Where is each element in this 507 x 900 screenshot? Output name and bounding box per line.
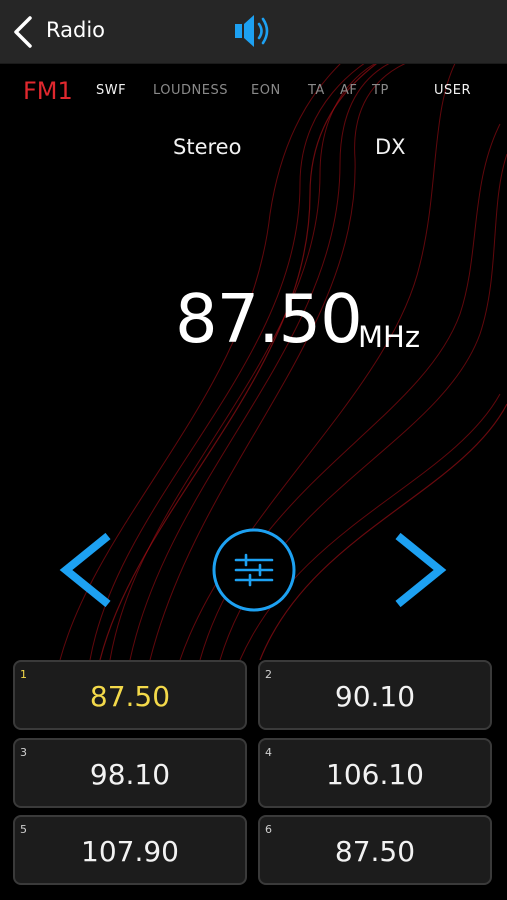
eon-toggle[interactable]: EON [251, 83, 281, 98]
seek-prev-chevron-icon[interactable] [54, 530, 118, 610]
preset-frequency: 87.50 [89, 680, 171, 713]
af-toggle[interactable]: AF [340, 83, 357, 98]
frequency-unit: MHz [358, 320, 421, 354]
page-title: Radio [46, 18, 106, 42]
preset-button-2[interactable]: 2 90.10 [258, 660, 492, 730]
band-label[interactable]: FM1 [23, 77, 73, 105]
preset-button-1[interactable]: 1 87.50 [13, 660, 247, 730]
user-toggle[interactable]: USER [434, 83, 471, 98]
preset-frequency: 106.10 [326, 758, 424, 791]
back-chevron-icon[interactable] [8, 12, 44, 52]
preset-button-4[interactable]: 4 106.10 [258, 738, 492, 808]
preset-frequency: 107.90 [81, 835, 179, 868]
speaker-icon[interactable] [232, 10, 274, 52]
preset-frequency: 98.10 [89, 758, 171, 791]
tp-toggle[interactable]: TP [372, 83, 389, 98]
dx-indicator[interactable]: DX [375, 135, 406, 159]
stereo-indicator: Stereo [173, 135, 242, 159]
preset-frequency: 90.10 [334, 680, 416, 713]
seek-next-chevron-icon[interactable] [388, 530, 452, 610]
equalizer-sliders-icon[interactable] [210, 526, 298, 614]
swf-toggle[interactable]: SWF [96, 83, 126, 98]
preset-button-3[interactable]: 3 98.10 [13, 738, 247, 808]
options-bar: FM1 SWF LOUDNESS EON TA AF TP USER [0, 77, 507, 105]
top-bar: Radio [0, 0, 507, 64]
frequency-display: 87.50 [175, 280, 363, 358]
preset-button-6[interactable]: 6 87.50 [258, 815, 492, 885]
ta-toggle[interactable]: TA [308, 83, 325, 98]
preset-frequency: 87.50 [334, 835, 416, 868]
loudness-toggle[interactable]: LOUDNESS [153, 83, 228, 98]
preset-button-5[interactable]: 5 107.90 [13, 815, 247, 885]
